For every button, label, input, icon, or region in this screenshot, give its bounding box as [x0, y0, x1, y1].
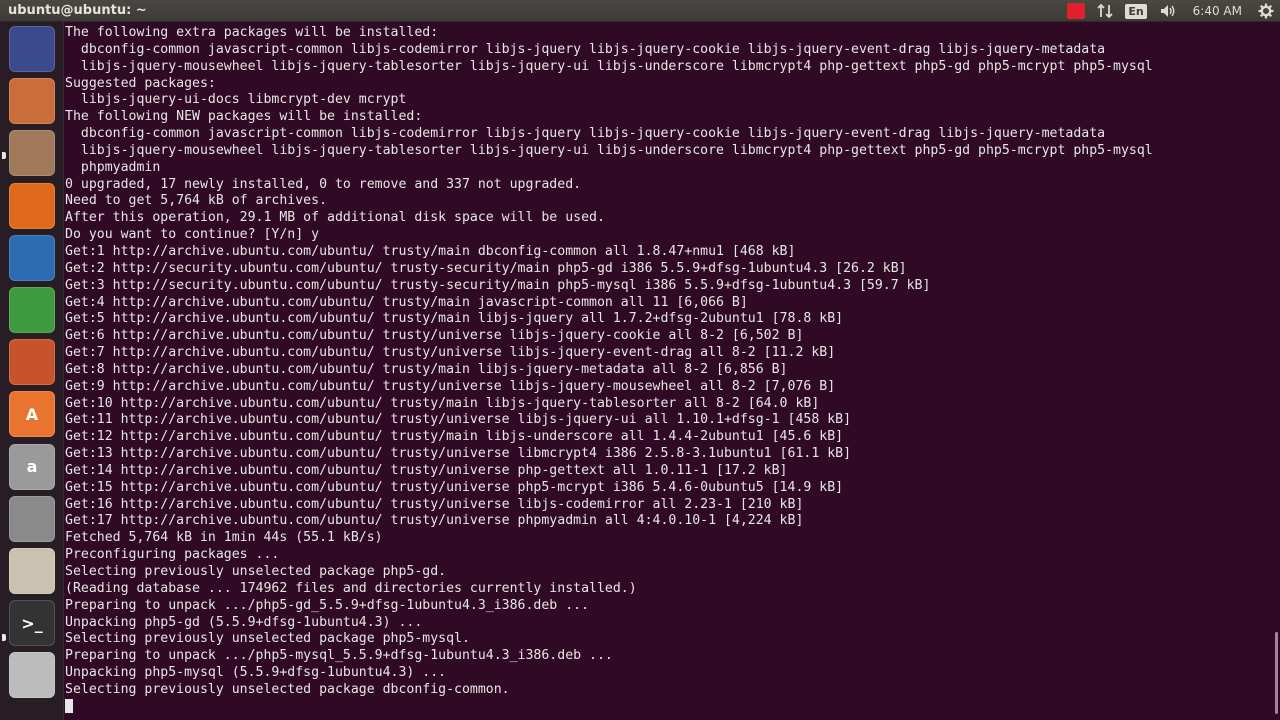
- terminal-line: Preparing to unpack .../php5-gd_5.5.9+df…: [65, 597, 590, 613]
- text-cursor: [65, 698, 73, 713]
- terminal-line: Preconfiguring packages ...: [65, 547, 280, 563]
- terminal-line: Get:11 http://archive.ubuntu.com/ubuntu/…: [65, 412, 852, 428]
- terminal-line: libjs-jquery-mousewheel libjs-jquery-tab…: [65, 58, 1153, 74]
- keyboard-layout-icon[interactable]: En: [1125, 0, 1147, 22]
- terminal-line: Get:1 http://archive.ubuntu.com/ubuntu/ …: [65, 243, 796, 259]
- terminal-line: Do you want to continue? [Y/n] y: [65, 227, 320, 243]
- launcher: Aa >_: [0, 22, 64, 720]
- record-indicator-icon[interactable]: [1067, 0, 1086, 22]
- launcher-impress-icon[interactable]: [9, 339, 55, 386]
- running-indicator: [2, 152, 6, 159]
- terminal-line: The following NEW packages will be insta…: [65, 109, 423, 125]
- network-icon[interactable]: [1097, 0, 1113, 22]
- terminal-line: Get:8 http://archive.ubuntu.com/ubuntu/ …: [65, 361, 788, 377]
- terminal-line: Fetched 5,764 kB in 1min 44s (55.1 kB/s): [65, 530, 383, 546]
- launcher-system-settings-icon[interactable]: [9, 495, 55, 542]
- terminal-line: Get:13 http://archive.ubuntu.com/ubuntu/…: [65, 446, 852, 462]
- terminal-line: The following extra packages will be ins…: [65, 25, 439, 40]
- terminal-line: Need to get 5,764 kB of archives.: [65, 193, 328, 209]
- terminal-line: Get:10 http://archive.ubuntu.com/ubuntu/…: [65, 395, 820, 411]
- sound-icon[interactable]: [1159, 0, 1177, 22]
- launcher-amazon-icon[interactable]: a: [9, 443, 55, 490]
- terminal-line: Get:12 http://archive.ubuntu.com/ubuntu/…: [65, 429, 844, 445]
- launcher-dash-home-icon[interactable]: [9, 26, 55, 72]
- launcher-text-editor-icon[interactable]: [9, 548, 55, 594]
- terminal-line: Get:6 http://archive.ubuntu.com/ubuntu/ …: [65, 328, 804, 344]
- terminal-line: Selecting previously unselected package …: [65, 564, 447, 579]
- terminal-output[interactable]: The following extra packages will be ins…: [64, 25, 1153, 716]
- terminal-line: phpmyadmin: [65, 159, 161, 175]
- terminal-line: Get:9 http://archive.ubuntu.com/ubuntu/ …: [65, 378, 836, 394]
- terminal-line: Selecting previously unselected package …: [65, 631, 470, 647]
- terminal-line: dbconfig-common javascript-common libjs-…: [65, 126, 1106, 142]
- launcher-software-center-icon[interactable]: A: [9, 391, 55, 438]
- launcher-files-app-icon[interactable]: [9, 78, 55, 125]
- running-indicator: [2, 634, 6, 641]
- indicator-area: En 6:40 AM: [1061, 0, 1280, 22]
- terminal-line: Get:17 http://archive.ubuntu.com/ubuntu/…: [65, 513, 804, 529]
- launcher-firefox-icon[interactable]: [9, 182, 55, 229]
- terminal-line: Get:4 http://archive.ubuntu.com/ubuntu/ …: [65, 294, 748, 310]
- top-panel: ubuntu@ubuntu: ~ En 6:40 AM: [0, 0, 1280, 22]
- terminal-line: libjs-jquery-ui-docs libmcrypt-dev mcryp…: [65, 92, 407, 108]
- settings-gear-icon[interactable]: [1258, 0, 1274, 22]
- launcher-terminal-icon[interactable]: >_: [9, 600, 55, 647]
- launcher-file-manager-icon[interactable]: [9, 130, 55, 177]
- terminal-line: Get:14 http://archive.ubuntu.com/ubuntu/…: [65, 462, 788, 478]
- terminal-line: Get:7 http://archive.ubuntu.com/ubuntu/ …: [65, 345, 836, 361]
- clock[interactable]: 6:40 AM: [1193, 4, 1242, 18]
- terminal-line: Get:5 http://archive.ubuntu.com/ubuntu/ …: [65, 311, 844, 327]
- launcher-calc-icon[interactable]: [9, 287, 55, 333]
- terminal-line: libjs-jquery-mousewheel libjs-jquery-tab…: [65, 142, 1153, 158]
- launcher-writer-icon[interactable]: [9, 234, 55, 281]
- language-label: En: [1125, 3, 1147, 19]
- terminal-line: 0 upgraded, 17 newly installed, 0 to rem…: [65, 176, 582, 192]
- terminal-line: After this operation, 29.1 MB of additio…: [65, 210, 605, 226]
- terminal-line: Get:3 http://security.ubuntu.com/ubuntu/…: [65, 277, 931, 293]
- launcher-printer-icon[interactable]: [9, 652, 55, 699]
- terminal-line: Unpacking php5-mysql (5.5.9+dfsg-1ubuntu…: [65, 665, 447, 681]
- terminal-prompt-line[interactable]: [65, 698, 1153, 716]
- terminal-line: (Reading database ... 174962 files and d…: [65, 580, 637, 596]
- scrollbar[interactable]: [1275, 632, 1278, 714]
- terminal-window[interactable]: The following extra packages will be ins…: [64, 22, 1280, 720]
- terminal-line: Preparing to unpack .../php5-mysql_5.5.9…: [65, 648, 613, 664]
- terminal-line: Suggested packages:: [65, 75, 216, 91]
- terminal-line: dbconfig-common javascript-common libjs-…: [65, 41, 1106, 57]
- window-title: ubuntu@ubuntu: ~: [8, 3, 147, 18]
- terminal-line: Get:2 http://security.ubuntu.com/ubuntu/…: [65, 260, 907, 276]
- terminal-line: Get:15 http://archive.ubuntu.com/ubuntu/…: [65, 479, 844, 495]
- terminal-line: Unpacking php5-gd (5.5.9+dfsg-1ubuntu4.3…: [65, 614, 423, 630]
- terminal-line: Selecting previously unselected package …: [65, 681, 510, 697]
- terminal-line: Get:16 http://archive.ubuntu.com/ubuntu/…: [65, 496, 804, 512]
